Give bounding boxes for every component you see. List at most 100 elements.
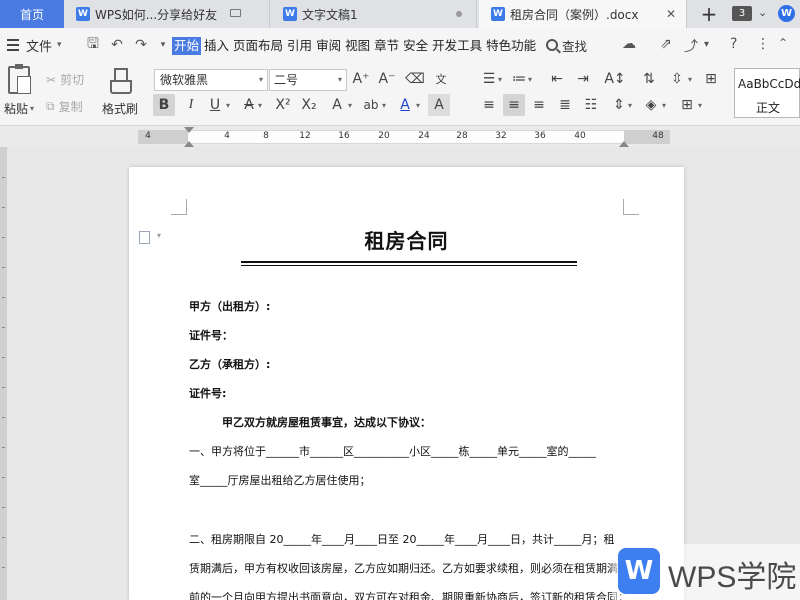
font-size-select[interactable]: 二号 ▾ [269, 69, 347, 91]
decrease-indent-icon[interactable]: ⇤ [546, 68, 568, 90]
chevron-down-icon[interactable]: ▾ [688, 75, 692, 84]
clause-2-line-3[interactable]: 前的一个月向甲方提出书面意向，双方可在对租金、期限重新协商后，签订新的租赁合同； [189, 589, 629, 600]
underline-button[interactable]: U [204, 94, 226, 116]
justify-icon[interactable]: ≣ [554, 94, 576, 116]
strikethrough-button[interactable]: A [238, 94, 260, 116]
close-icon[interactable]: ✕ [666, 7, 676, 21]
party-b-id-line[interactable]: 证件号: [189, 385, 226, 401]
chevron-down-icon[interactable]: ▾ [698, 101, 702, 110]
chevron-down-icon[interactable]: ▾ [528, 75, 532, 84]
increase-font-icon[interactable]: A⁺ [350, 68, 372, 90]
export-icon[interactable]: ⤴ [684, 36, 698, 56]
tab-count-badge[interactable]: 3 [732, 6, 752, 21]
wps-logo-icon[interactable]: W [778, 5, 795, 22]
chevron-down-icon[interactable]: ▾ [258, 101, 262, 110]
distribute-icon[interactable]: ☷ [580, 94, 602, 116]
superscript-button[interactable]: X² [272, 94, 294, 116]
paste-icon[interactable] [8, 64, 31, 94]
sort-icon[interactable]: ⇅ [638, 68, 660, 90]
bold-button[interactable]: B [153, 94, 175, 116]
redo-icon[interactable]: ↷ [132, 36, 150, 54]
save-icon[interactable]: 🖫 [84, 36, 102, 54]
chevron-down-icon[interactable]: ▾ [226, 101, 230, 110]
cut-button[interactable]: ✂ 剪切 [46, 71, 84, 88]
highlight-icon[interactable]: ab [360, 94, 382, 116]
customize-chevron-icon[interactable]: ▾ [154, 36, 172, 54]
agreement-intro-line[interactable]: 甲乙双方就房屋租赁事宜，达成以下协议： [222, 414, 431, 430]
chevron-down-icon[interactable]: ▾ [382, 101, 386, 110]
paste-button[interactable]: 粘贴 ▾ [4, 100, 34, 117]
tab-special[interactable]: 特色功能 [485, 37, 537, 55]
tab-doc-wps-share[interactable]: W WPS如何...分享给好友 [64, 0, 270, 28]
align-right-icon[interactable]: ≡ [528, 94, 550, 116]
search-button[interactable]: 查找 [546, 28, 587, 62]
tab-home[interactable]: 首页 [0, 0, 64, 28]
tab-security[interactable]: 安全 [402, 37, 429, 55]
chevron-down-icon[interactable]: ⌄ [758, 6, 767, 19]
borders-icon[interactable]: ⊞ [676, 94, 698, 116]
chevron-down-icon[interactable]: ▾ [662, 101, 666, 110]
more-icon[interactable]: ⋮ [756, 36, 770, 52]
italic-button[interactable]: I [180, 94, 202, 116]
clause-2-line-2[interactable]: 赁期满后，甲方有权收回该房屋，乙方应如期归还。乙方如要求续租，则必须在租赁期满 [189, 560, 618, 576]
tab-insert[interactable]: 插入 [203, 37, 230, 55]
font-color-icon[interactable]: A [394, 94, 416, 116]
increase-indent-icon[interactable]: ⇥ [572, 68, 594, 90]
tab-view[interactable]: 视图 [344, 37, 371, 55]
format-painter-icon[interactable] [108, 68, 132, 94]
align-left-icon[interactable]: ≡ [478, 94, 500, 116]
party-a-line[interactable]: 甲方（出租方）: [189, 298, 270, 314]
party-b-line[interactable]: 乙方（承租方）: [189, 356, 270, 372]
file-menu[interactable]: 文件 ▾ [26, 28, 62, 62]
cloud-sync-icon[interactable]: ☁ [622, 36, 636, 52]
font-family-select[interactable]: 微软雅黑 ▾ [154, 69, 268, 91]
chevron-down-icon[interactable]: ▾ [348, 101, 352, 110]
copy-button[interactable]: ⧉ 复制 [46, 98, 83, 115]
party-a-id-line[interactable]: 证件号： [189, 327, 233, 343]
undo-icon[interactable]: ↶ [108, 36, 126, 54]
chevron-down-icon[interactable]: ▾ [416, 101, 420, 110]
numbered-list-icon[interactable]: ≔ [508, 68, 530, 90]
clause-1-line-2[interactable]: 室_____厅房屋出租给乙方居住使用； [189, 472, 371, 488]
decrease-font-icon[interactable]: A⁻ [376, 68, 398, 90]
clear-format-icon[interactable]: ⌫ [404, 68, 426, 90]
document-page[interactable]: ▾ 租房合同 甲方（出租方）: 证件号： 乙方（承租方）: 证件号: 甲乙双方就… [129, 167, 684, 600]
more-chevron-icon[interactable]: ▾ [704, 39, 709, 50]
bullet-list-icon[interactable]: ☰ [478, 68, 500, 90]
collapse-ribbon-icon[interactable]: ⌃ [778, 36, 788, 50]
clause-2-line-1[interactable]: 二、租房期限自 20_____年____月____日至 20_____年____… [189, 531, 615, 547]
table-border-icon[interactable]: ⊞ [700, 68, 722, 90]
share-icon[interactable]: ⇗ [660, 36, 672, 52]
tab-review[interactable]: 审阅 [315, 37, 342, 55]
format-painter-button[interactable]: 格式刷 [102, 100, 138, 117]
tab-developer[interactable]: 开发工具 [431, 37, 483, 55]
tab-doc-rental-contract[interactable]: W 租房合同（案例）.docx ✕ [479, 0, 687, 28]
right-indent-marker[interactable] [619, 141, 629, 147]
tab-page-layout[interactable]: 页面布局 [232, 37, 284, 55]
style-gallery-normal[interactable]: AaBbCcDd 正文 [734, 68, 800, 118]
fill-color-icon[interactable]: ◈ [640, 94, 662, 116]
document-title[interactable]: 租房合同 [129, 225, 684, 254]
chevron-down-icon[interactable]: ▾ [628, 101, 632, 110]
new-tab-button[interactable]: + [696, 2, 722, 26]
tab-references[interactable]: 引用 [286, 37, 313, 55]
tab-doc-text-1[interactable]: W 文字文稿1 [271, 0, 477, 28]
text-effect-icon[interactable]: A [326, 94, 348, 116]
left-indent-marker[interactable] [184, 141, 194, 147]
help-icon[interactable]: ? [730, 36, 737, 52]
tab-start[interactable]: 开始 [172, 37, 202, 55]
line-spacing-icon[interactable]: ⇳ [666, 68, 688, 90]
clause-1-line-1[interactable]: 一、甲方将位于______市______区__________小区_____栋_… [189, 443, 596, 459]
align-center-icon[interactable]: ≡ [503, 94, 525, 116]
pinyin-guide-icon[interactable]: 文 [430, 68, 452, 90]
tab-chapter[interactable]: 章节 [373, 37, 400, 55]
first-line-indent-marker[interactable] [184, 127, 194, 133]
hamburger-menu-icon[interactable] [6, 28, 20, 62]
horizontal-ruler[interactable]: 4 4 8 12 16 20 24 28 32 36 40 48 [0, 127, 800, 147]
chevron-down-icon[interactable]: ▾ [498, 75, 502, 84]
subscript-button[interactable]: X₂ [298, 94, 320, 116]
text-direction-icon[interactable]: A↕ [604, 68, 626, 90]
vertical-ruler[interactable] [0, 147, 7, 600]
char-shading-icon[interactable]: A [428, 94, 450, 116]
paragraph-spacing-icon[interactable]: ⇕ [608, 94, 630, 116]
